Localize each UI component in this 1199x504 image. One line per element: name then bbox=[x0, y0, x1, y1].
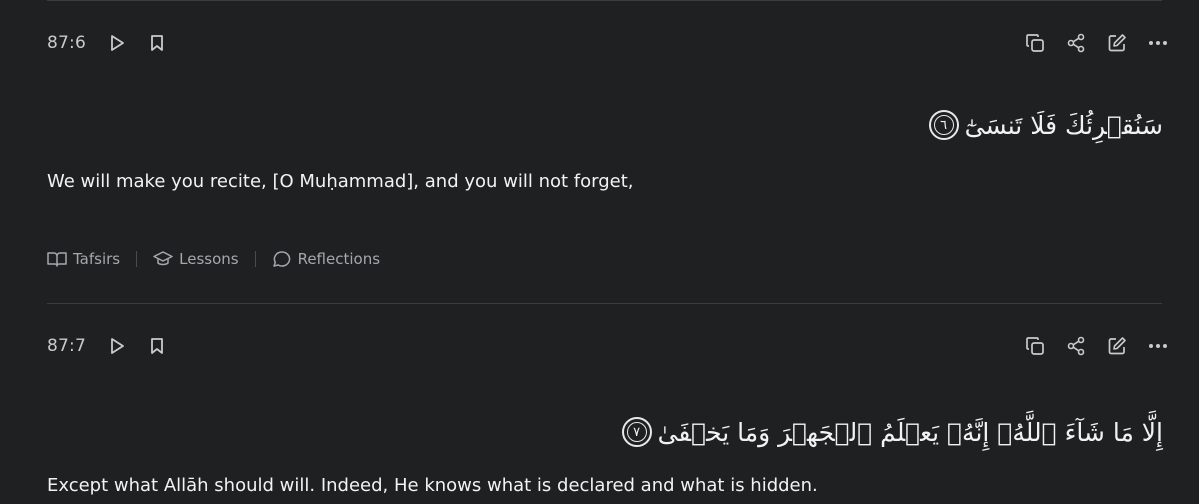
translation-text: Except what Allāh should will. Indeed, H… bbox=[47, 475, 818, 496]
arabic-text: إِلَّا مَا شَآءَ ٱللَّهُۚ إِنَّهُۥ يَعۡل… bbox=[621, 417, 1163, 447]
tab-separator bbox=[136, 251, 138, 267]
graduation-cap-icon bbox=[153, 251, 173, 266]
edit-note-icon[interactable] bbox=[1106, 335, 1128, 357]
tab-lessons[interactable]: Lessons bbox=[153, 250, 239, 268]
verse-divider bbox=[47, 303, 1162, 304]
copy-icon[interactable] bbox=[1024, 32, 1046, 54]
arabic-verse: إِلَّا مَا شَآءَ ٱللَّهُۚ إِنَّهُۥ يَعۡل… bbox=[657, 417, 1163, 447]
copy-icon[interactable] bbox=[1024, 335, 1046, 357]
ayah-number-marker: ٦ bbox=[928, 110, 959, 140]
arabic-verse: سَنُقۡرِئُكَ فَلَا تَنسَىٰٓ bbox=[964, 110, 1163, 140]
ayah-number-marker: ٧ bbox=[621, 417, 652, 447]
tab-tafsirs[interactable]: Tafsirs bbox=[47, 250, 120, 268]
more-icon[interactable] bbox=[1147, 335, 1169, 357]
bookmark-icon[interactable] bbox=[146, 335, 168, 357]
verse-actions bbox=[1005, 32, 1169, 54]
verse-actions bbox=[1005, 335, 1169, 357]
play-icon[interactable] bbox=[106, 335, 128, 357]
play-icon[interactable] bbox=[106, 32, 128, 54]
verse-key[interactable]: 87:6 bbox=[47, 33, 86, 53]
top-divider bbox=[47, 0, 1162, 1]
verse-header: 87:7 bbox=[47, 335, 168, 357]
verse-tabs: Tafsirs Lessons Reflections bbox=[47, 250, 380, 268]
tab-label: Reflections bbox=[297, 250, 381, 268]
tab-label: Tafsirs bbox=[73, 250, 121, 268]
arabic-text: سَنُقۡرِئُكَ فَلَا تَنسَىٰٓ ٦ bbox=[928, 110, 1163, 140]
share-icon[interactable] bbox=[1065, 32, 1087, 54]
more-icon[interactable] bbox=[1147, 32, 1169, 54]
tab-label: Lessons bbox=[179, 250, 239, 268]
edit-note-icon[interactable] bbox=[1106, 32, 1128, 54]
translation-text: We will make you recite, [O Muḥammad], a… bbox=[47, 171, 634, 192]
verse-header: 87:6 bbox=[47, 32, 168, 54]
book-open-icon bbox=[47, 252, 67, 267]
tab-reflections[interactable]: Reflections bbox=[272, 250, 380, 268]
verse-key[interactable]: 87:7 bbox=[47, 336, 86, 356]
bookmark-icon[interactable] bbox=[146, 32, 168, 54]
share-icon[interactable] bbox=[1065, 335, 1087, 357]
tab-separator bbox=[254, 251, 256, 267]
speech-bubble-icon bbox=[272, 251, 290, 267]
